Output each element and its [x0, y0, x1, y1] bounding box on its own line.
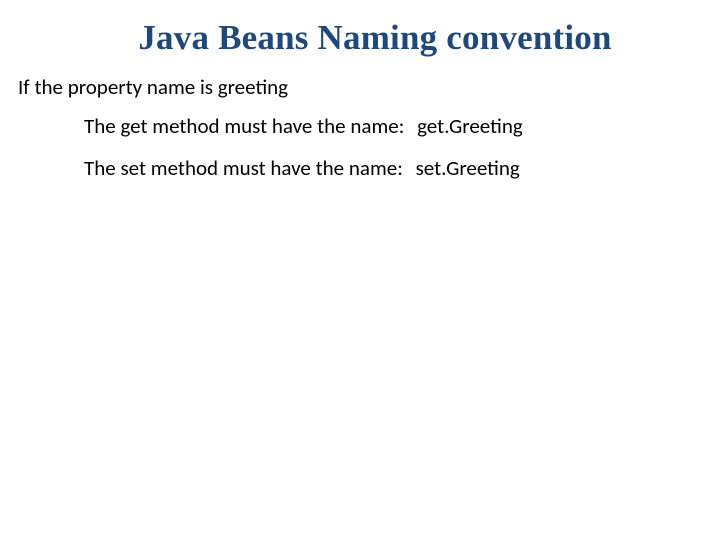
rule-line-set: The set method must have the name: set.G…	[84, 154, 702, 182]
slide-title: Java Beans Naming convention	[68, 18, 682, 58]
rule-prefix: The get method must have the name:	[84, 113, 404, 139]
rule-value: set.Greeting	[416, 154, 520, 182]
rule-prefix: The set method must have the name:	[84, 155, 403, 181]
rule-line-get: The get method must have the name: get.G…	[84, 112, 702, 140]
slide: Java Beans Naming convention If the prop…	[0, 0, 720, 540]
rule-value: get.Greeting	[417, 112, 523, 140]
intro-text: If the property name is greeting	[18, 74, 702, 100]
